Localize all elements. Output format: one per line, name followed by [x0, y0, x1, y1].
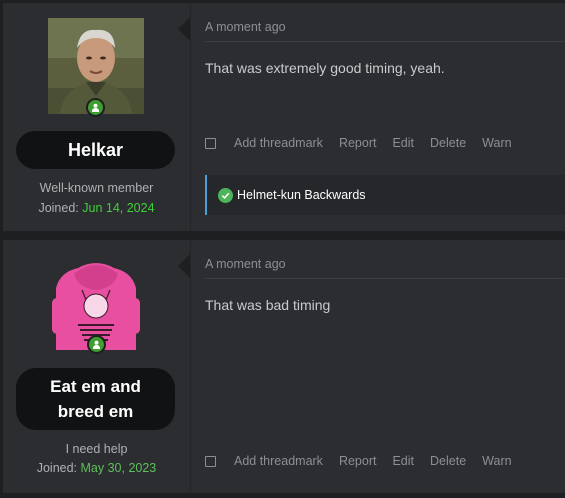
username[interactable]: Eat em and breed em	[16, 368, 175, 430]
post-arrow	[178, 17, 190, 41]
user-title: Well-known member	[39, 181, 154, 195]
joined-date: Jun 14, 2024	[82, 201, 155, 215]
reactions-bar[interactable]: Helmet-kun Backwards	[205, 175, 565, 215]
reaction-users[interactable]: Helmet-kun Backwards	[237, 188, 366, 202]
like-check-icon	[218, 187, 233, 203]
joined-info: Joined: May 30, 2023	[3, 461, 190, 475]
report-button[interactable]: Report	[339, 454, 377, 468]
select-checkbox[interactable]	[205, 455, 216, 467]
post-user-info: Eat em and breed em I need help Joined: …	[3, 240, 190, 493]
delete-button[interactable]: Delete	[430, 454, 466, 468]
joined-label: Joined:	[36, 461, 78, 475]
post-arrow	[178, 254, 190, 278]
message-post: Eat em and breed em I need help Joined: …	[3, 240, 565, 493]
post-header-divider	[205, 41, 565, 42]
post-main: A moment ago That was bad timing Add thr…	[190, 240, 565, 493]
post-timestamp[interactable]: A moment ago	[205, 257, 286, 271]
post-actions-bar: Add threadmark Report Edit Delete Warn	[205, 454, 528, 468]
post-body: That was extremely good timing, yeah.	[205, 60, 445, 76]
post-header-divider	[205, 278, 565, 279]
edit-button[interactable]: Edit	[392, 454, 414, 468]
delete-button[interactable]: Delete	[430, 136, 466, 150]
joined-date: May 30, 2023	[80, 461, 157, 475]
user-online-icon	[87, 335, 106, 354]
report-button[interactable]: Report	[339, 136, 377, 150]
post-body: That was bad timing	[205, 297, 331, 313]
joined-info: Joined: Jun 14, 2024	[3, 201, 190, 215]
post-timestamp[interactable]: A moment ago	[205, 20, 286, 34]
select-checkbox[interactable]	[205, 137, 216, 149]
post-actions-bar: Add threadmark Report Edit Delete Warn	[205, 136, 528, 150]
warn-button[interactable]: Warn	[482, 454, 511, 468]
post-user-info: Helkar Well-known member Joined: Jun 14,…	[3, 3, 190, 231]
edit-button[interactable]: Edit	[392, 136, 414, 150]
warn-button[interactable]: Warn	[482, 136, 511, 150]
add-threadmark-button[interactable]: Add threadmark	[234, 136, 323, 150]
message-post: Helkar Well-known member Joined: Jun 14,…	[3, 3, 565, 231]
joined-label: Joined:	[38, 201, 79, 215]
user-title: I need help	[65, 442, 128, 456]
add-threadmark-button[interactable]: Add threadmark	[234, 454, 323, 468]
post-main: A moment ago That was extremely good tim…	[190, 3, 565, 231]
username[interactable]: Helkar	[16, 131, 175, 169]
user-online-icon	[86, 98, 105, 117]
